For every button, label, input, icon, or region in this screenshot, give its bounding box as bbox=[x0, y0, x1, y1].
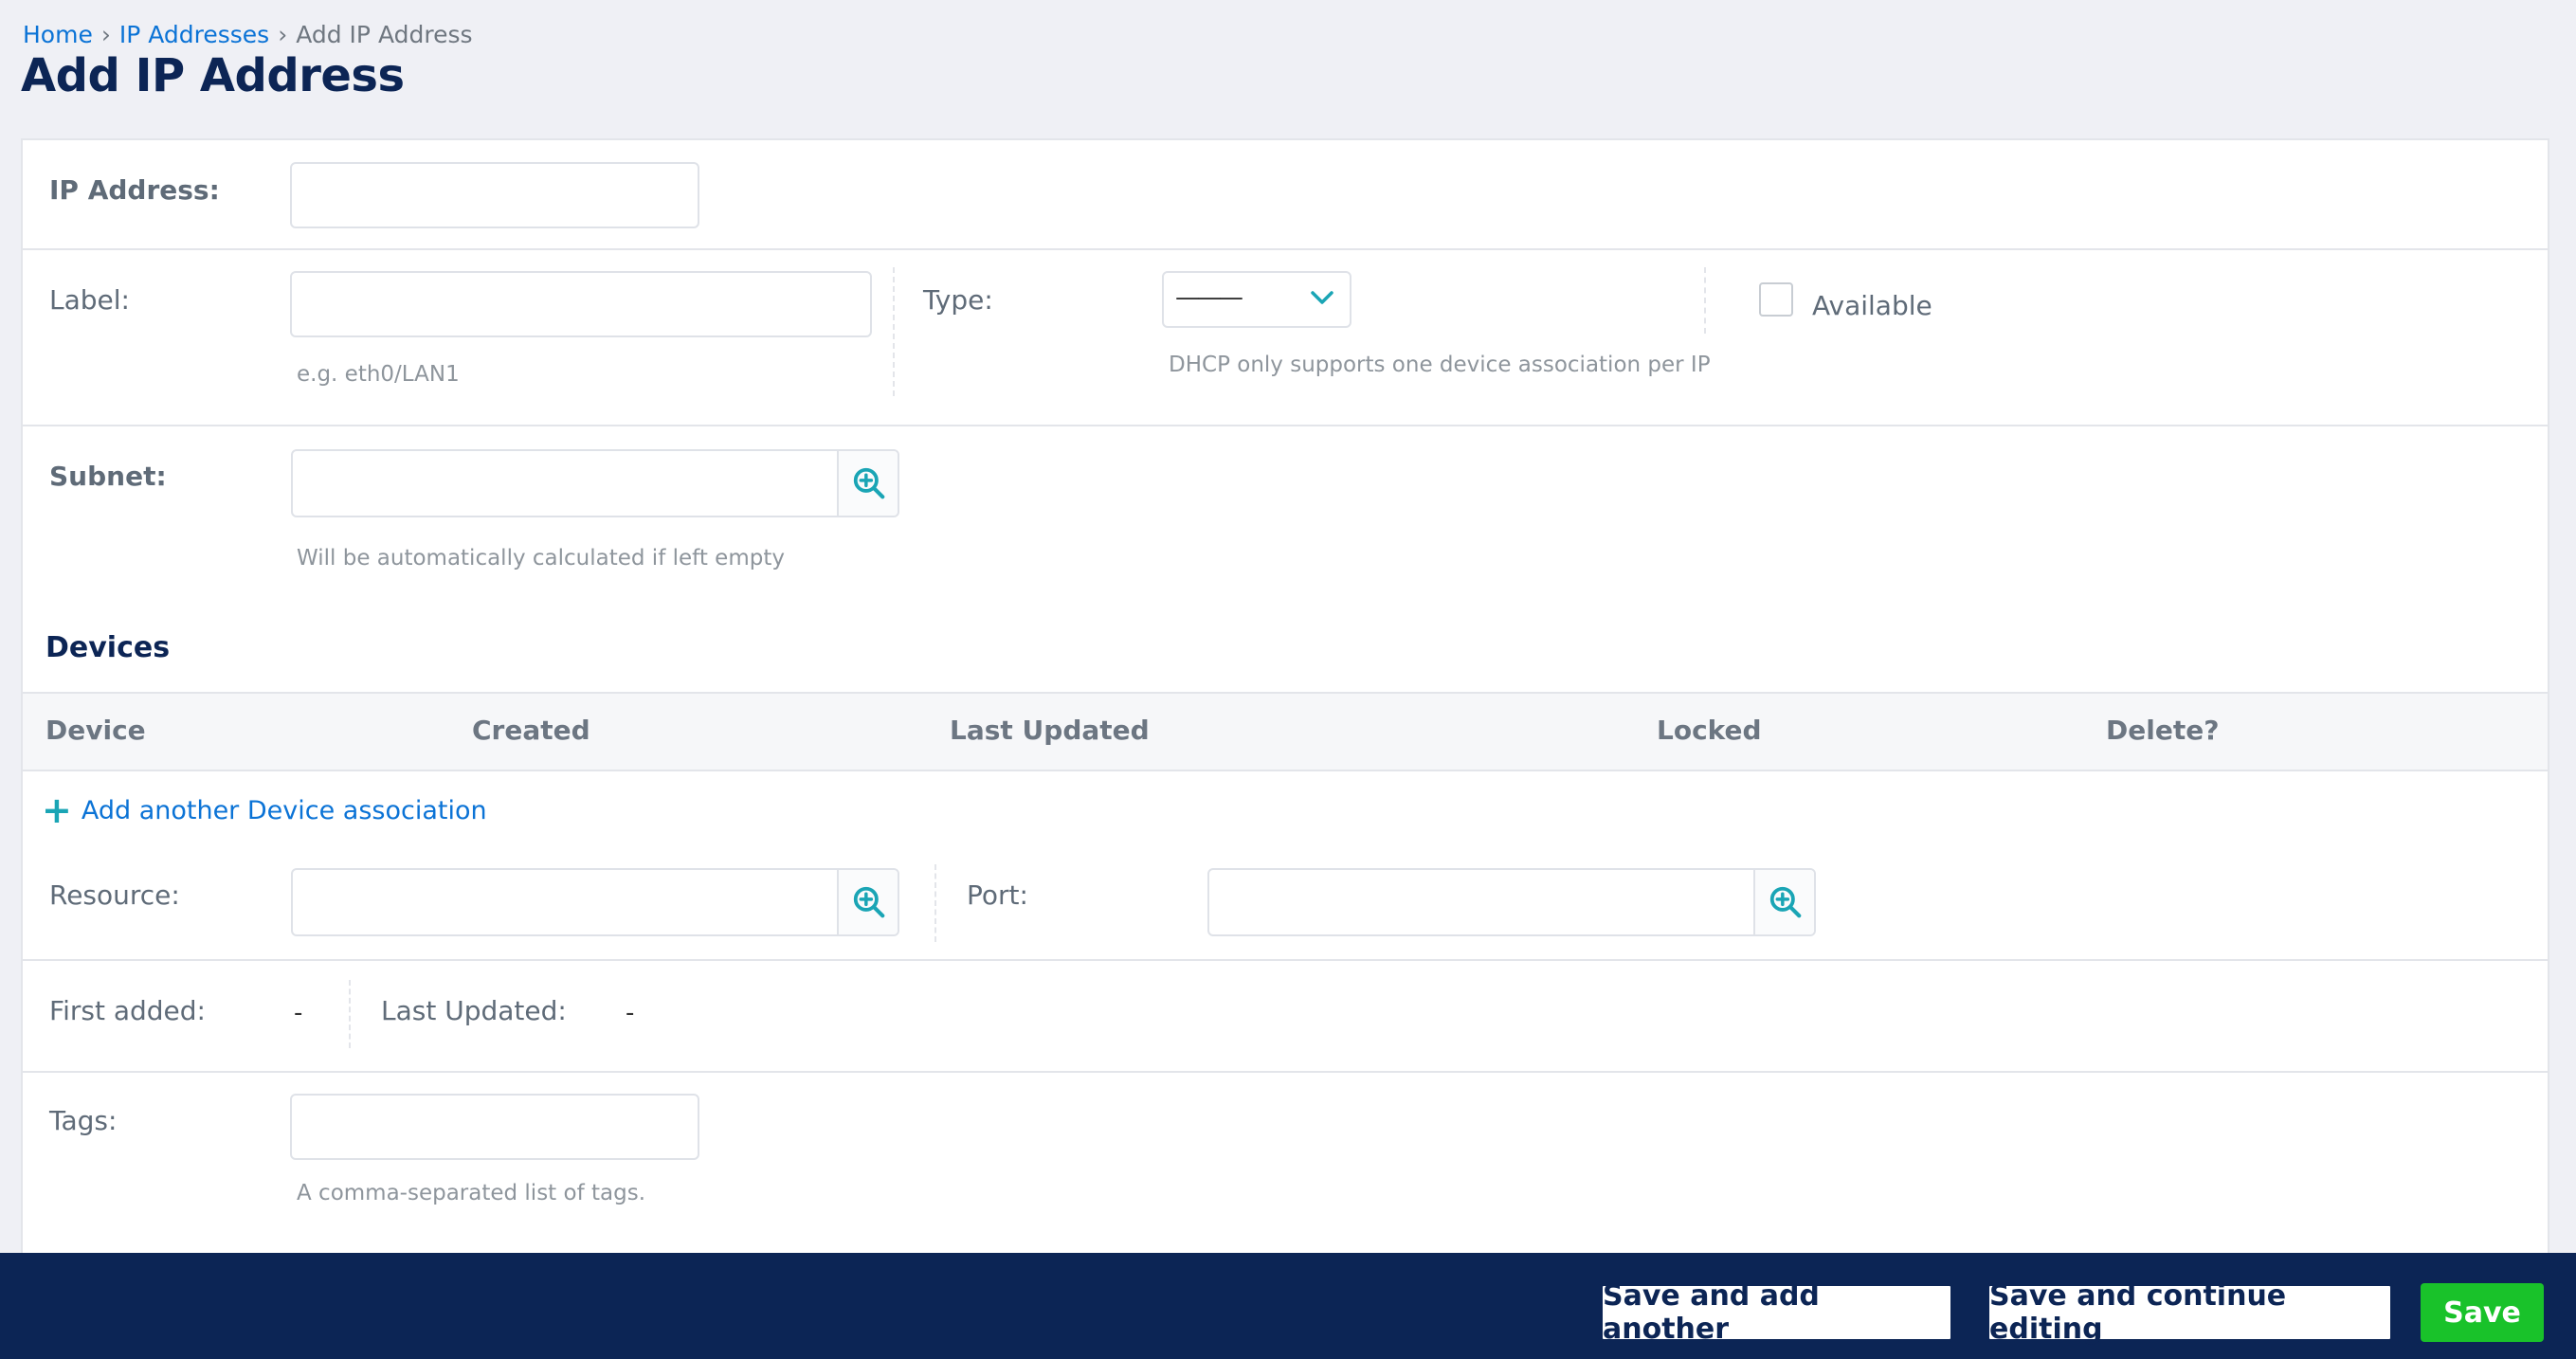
port-label: Port: bbox=[967, 879, 1028, 911]
label-field-label: Label: bbox=[49, 284, 130, 316]
resource-input[interactable] bbox=[293, 870, 837, 934]
label-input[interactable] bbox=[290, 271, 872, 337]
add-device-association-label: Add another Device association bbox=[81, 795, 487, 825]
save-and-add-another-button[interactable]: Save and add another bbox=[1600, 1279, 1953, 1346]
type-select[interactable]: ——— bbox=[1162, 271, 1351, 328]
form-card: IP Address: Label: e.g. eth0/LAN1 Type: … bbox=[21, 138, 2549, 1257]
add-device-association-link[interactable]: + Add another Device association bbox=[42, 792, 487, 828]
port-lookup-button[interactable] bbox=[1753, 870, 1814, 934]
chevron-down-icon bbox=[1311, 291, 1333, 304]
first-added-label: First added: bbox=[49, 995, 206, 1026]
column-divider bbox=[893, 267, 895, 396]
zoom-in-icon bbox=[853, 886, 885, 918]
last-updated-value: - bbox=[626, 999, 635, 1027]
row-divider bbox=[23, 959, 2548, 961]
breadcrumb-current: Add IP Address bbox=[296, 21, 473, 48]
footer-action-bar: Save and add another Save and continue e… bbox=[0, 1253, 2576, 1359]
subnet-lookup-button[interactable] bbox=[837, 451, 898, 516]
column-header-locked: Locked bbox=[1657, 715, 1762, 746]
type-select-value: ——— bbox=[1175, 283, 1243, 312]
zoom-in-icon bbox=[853, 467, 885, 499]
breadcrumb-separator: › bbox=[100, 21, 111, 48]
tags-label: Tags: bbox=[49, 1105, 118, 1136]
resource-lookup-button[interactable] bbox=[837, 870, 898, 934]
subnet-help-text: Will be automatically calculated if left… bbox=[297, 546, 785, 571]
save-button[interactable]: Save bbox=[2421, 1283, 2544, 1342]
column-header-last-updated: Last Updated bbox=[950, 715, 1150, 746]
port-input[interactable] bbox=[1209, 870, 1753, 934]
column-divider bbox=[349, 980, 351, 1048]
row-divider bbox=[23, 248, 2548, 250]
subnet-field bbox=[291, 449, 899, 517]
resource-label: Resource: bbox=[49, 879, 180, 911]
type-field-label: Type: bbox=[923, 284, 993, 316]
ip-address-input[interactable] bbox=[290, 162, 699, 228]
subnet-input[interactable] bbox=[293, 451, 837, 516]
tags-input[interactable] bbox=[290, 1094, 699, 1160]
save-and-continue-editing-button[interactable]: Save and continue editing bbox=[1986, 1279, 2393, 1346]
breadcrumb-separator: › bbox=[278, 21, 288, 48]
row-divider bbox=[23, 425, 2548, 426]
first-added-value: - bbox=[294, 999, 303, 1027]
last-updated-label: Last Updated: bbox=[381, 995, 567, 1026]
available-label: Available bbox=[1812, 290, 1932, 321]
label-help-text: e.g. eth0/LAN1 bbox=[297, 362, 460, 387]
type-help-text: DHCP only supports one device associatio… bbox=[1169, 353, 1711, 377]
breadcrumb-ip-addresses-link[interactable]: IP Addresses bbox=[119, 21, 269, 48]
page-title: Add IP Address bbox=[21, 49, 405, 102]
row-divider bbox=[23, 1071, 2548, 1073]
devices-table-header: Device Created Last Updated Locked Delet… bbox=[23, 692, 2548, 771]
ip-address-label: IP Address: bbox=[49, 174, 220, 206]
breadcrumb: Home › IP Addresses › Add IP Address bbox=[23, 21, 473, 48]
devices-section-title: Devices bbox=[45, 631, 171, 664]
plus-icon: + bbox=[42, 789, 72, 831]
tags-help-text: A comma-separated list of tags. bbox=[297, 1181, 645, 1205]
port-field bbox=[1207, 868, 1816, 936]
zoom-in-icon bbox=[1769, 886, 1802, 918]
column-header-created: Created bbox=[472, 715, 590, 746]
breadcrumb-home-link[interactable]: Home bbox=[23, 21, 93, 48]
column-divider bbox=[934, 864, 936, 942]
column-header-device: Device bbox=[45, 715, 146, 746]
subnet-label: Subnet: bbox=[49, 461, 167, 492]
column-header-delete: Delete? bbox=[2106, 715, 2220, 746]
resource-field bbox=[291, 868, 899, 936]
column-divider bbox=[1704, 267, 1706, 334]
available-checkbox[interactable] bbox=[1759, 282, 1793, 317]
